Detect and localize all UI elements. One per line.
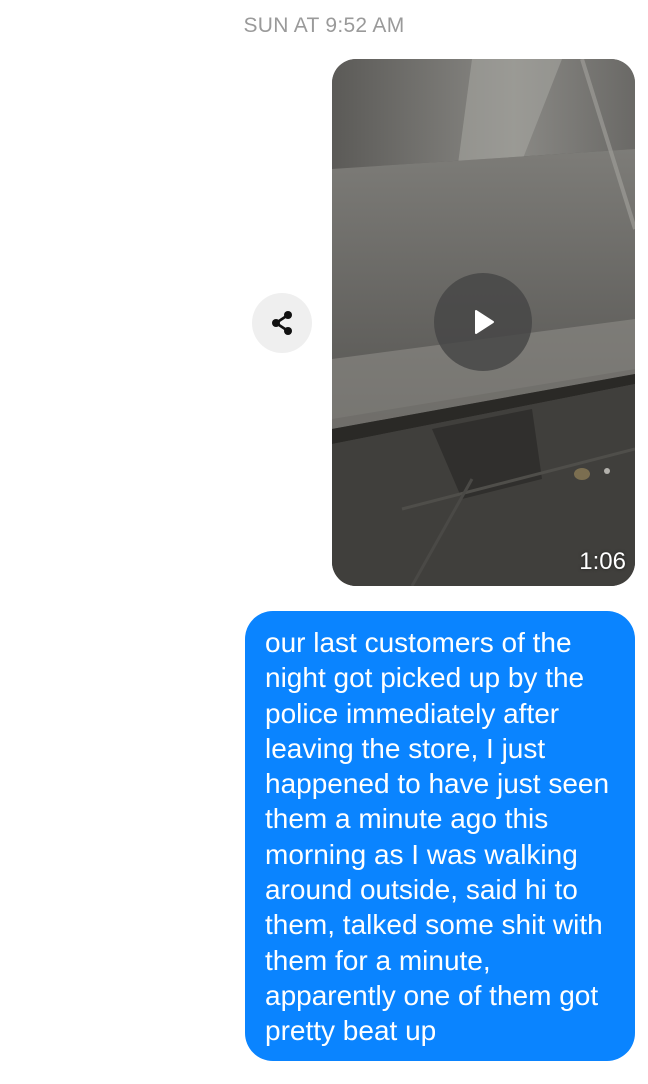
play-icon [475, 310, 494, 334]
sent-message-bubble[interactable]: our last customers of the night got pick… [245, 611, 635, 1061]
share-button[interactable] [252, 293, 312, 353]
message-text: our last customers of the night got pick… [265, 627, 610, 1047]
play-button[interactable] [434, 273, 532, 371]
share-icon [272, 311, 292, 335]
video-message[interactable]: 1:06 [332, 59, 635, 586]
message-timestamp: SUN AT 9:52 AM [243, 14, 405, 37]
video-duration: 1:06 [579, 548, 626, 575]
